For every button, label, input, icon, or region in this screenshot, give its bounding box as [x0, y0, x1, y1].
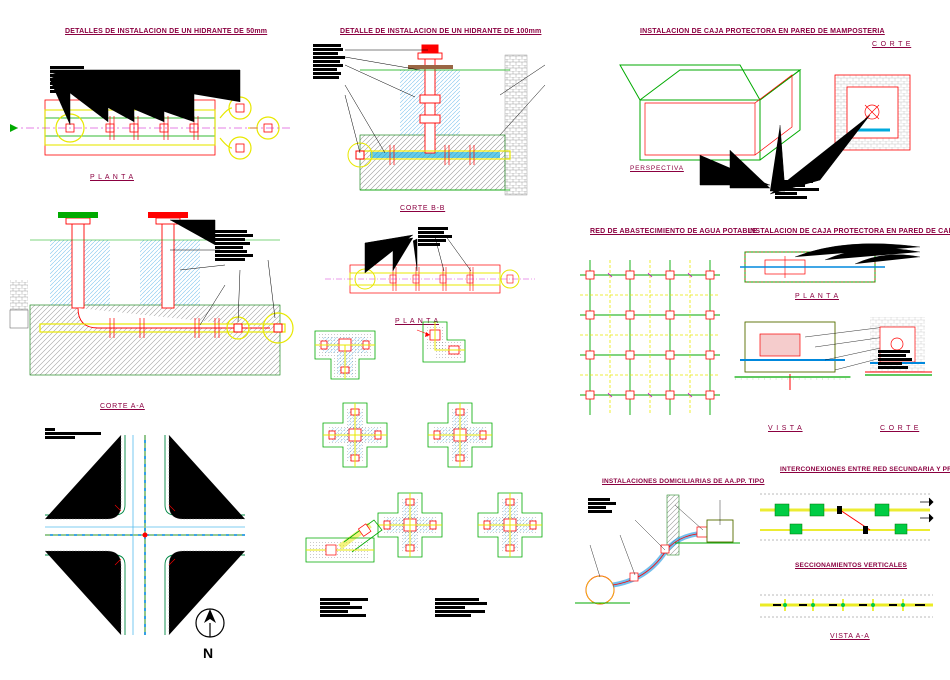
drawing-sheet: DETALLES DE INSTALACION DE UN HIDRANTE D… [0, 0, 950, 680]
label-planta-3: P L A N T A [795, 293, 839, 300]
label-planta-1: P L A N T A [90, 174, 134, 181]
label-vista-1: V I S T A [768, 425, 803, 432]
legend-block-6a [320, 598, 368, 617]
title-interconnections: INTERCONEXIONES ENTRE RED SECUNDARIA Y P… [780, 466, 950, 473]
legend-block-1 [50, 66, 92, 93]
legend-block-10 [588, 498, 616, 513]
legend-block-5 [418, 227, 452, 246]
title-vertical-sections: SECCIONAMIENTOS VERTICALES [795, 562, 907, 569]
box-cana [735, 242, 935, 442]
legend-block-4 [215, 230, 253, 261]
north-label: N [203, 645, 213, 661]
vertical-sections [755, 575, 940, 635]
label-perspectiva: PERSPECTIVA [630, 165, 684, 172]
legend-block-8 [878, 350, 912, 369]
label-corte-1: C O R T E [872, 41, 911, 48]
label-corte-aa: CORTE A-A [100, 403, 145, 410]
label-corte-2: C O R T E [880, 425, 919, 432]
legend-block-2 [313, 44, 345, 79]
title-household: INSTALACIONES DOMICILIARIAS DE AA.PP. TI… [602, 478, 765, 485]
title-box-cana: INSTALACION DE CAJA PROTECTORA EN PARED … [748, 228, 950, 235]
household-connection [575, 495, 745, 625]
box-masonry [610, 40, 930, 210]
label-planta-2: P L A N T A [395, 318, 439, 325]
hydrant-50-section-aa [10, 210, 310, 410]
title-hydrant-100: DETALLE DE INSTALACION DE UN HIDRANTE DE… [340, 28, 541, 35]
title-box-masonry: INSTALACION DE CAJA PROTECTORA EN PARED … [640, 28, 885, 35]
legend-block-3 [775, 180, 819, 199]
legend-block-6b [435, 598, 487, 617]
label-corte-bb: CORTE B-B [400, 205, 445, 212]
interconnections [755, 480, 940, 550]
title-water-network: RED DE ABASTECIMIENTO DE AGUA POTABLE [590, 228, 757, 235]
water-network [570, 245, 730, 430]
title-hydrant-50: DETALLES DE INSTALACION DE UN HIDRANTE D… [65, 28, 267, 35]
legend-block-9 [45, 428, 101, 439]
cross-fittings [315, 335, 585, 615]
label-vista-aa: VISTA A-A [830, 633, 870, 640]
hydrant-50-plan [10, 40, 290, 200]
